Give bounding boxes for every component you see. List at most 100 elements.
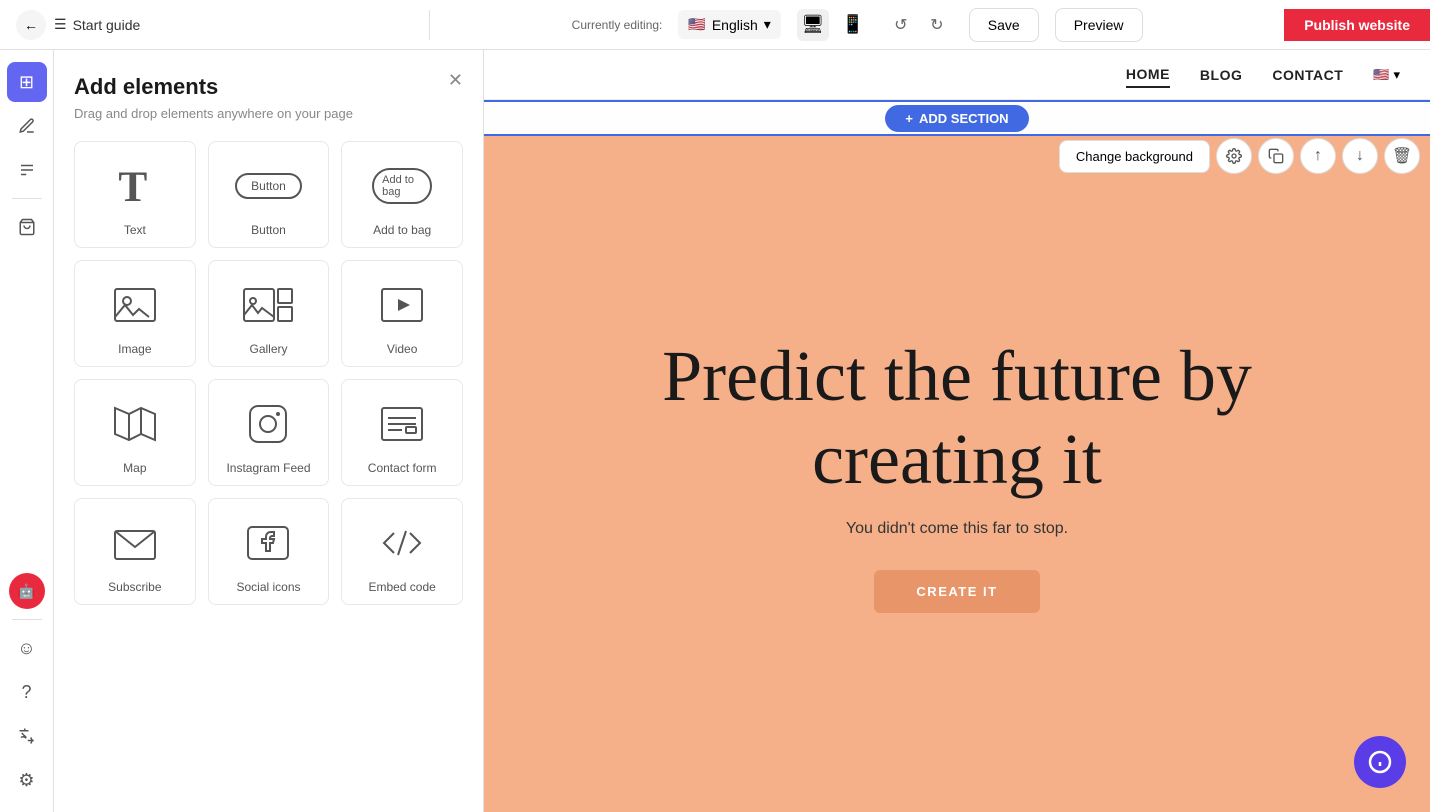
add-to-bag-element-label: Add to bag (373, 223, 431, 237)
embed-code-element-card[interactable]: Embed code (341, 498, 463, 605)
dropdown-icon: ▾ (764, 16, 771, 33)
back-button[interactable]: ← (16, 10, 46, 40)
nav-item-contact[interactable]: CONTACT (1272, 63, 1343, 87)
language-label: English (712, 17, 758, 33)
change-background-button[interactable]: Change background (1059, 140, 1210, 173)
sidebar-divider-2 (12, 619, 42, 620)
flag-dropdown-icon: ▾ (1393, 67, 1400, 83)
add-elements-panel: ✕ Add elements Drag and drop elements an… (54, 50, 484, 812)
gallery-element-card[interactable]: Gallery (208, 260, 330, 367)
section-duplicate-button[interactable] (1258, 138, 1294, 174)
start-guide[interactable]: ☰ Start guide (54, 16, 140, 33)
section-delete-button[interactable]: 🗑 (1384, 138, 1420, 174)
subscribe-element-card[interactable]: Subscribe (74, 498, 196, 605)
text-element-card[interactable]: T Text (74, 141, 196, 248)
sidebar-item-settings[interactable]: ⚙ (7, 760, 47, 800)
social-icons-element-icon (238, 515, 298, 570)
add-to-bag-element-card[interactable]: Add to bag Add to bag (341, 141, 463, 248)
map-element-label: Map (123, 461, 146, 475)
topbar: ← ☰ Start guide Currently editing: 🇺🇸 En… (0, 0, 1430, 50)
hero-headline: Predict the future by creating it (607, 335, 1307, 501)
language-flag[interactable]: 🇺🇸 ▾ (1373, 67, 1400, 83)
left-sidebar: ⊞ 🤖 ☺ ? ⚙ (0, 50, 54, 812)
undo-redo-controls: ↺ ↻ (885, 9, 953, 41)
image-element-card[interactable]: Image (74, 260, 196, 367)
embed-code-element-icon (372, 515, 432, 570)
start-guide-label: Start guide (73, 17, 141, 33)
flag-emoji: 🇺🇸 (1373, 67, 1389, 83)
main-content-area: HOME BLOG CONTACT 🇺🇸 ▾ + ADD SECTION Cha… (484, 50, 1430, 812)
social-icons-element-card[interactable]: Social icons (208, 498, 330, 605)
sidebar-item-translate[interactable] (7, 716, 47, 756)
mobile-icon[interactable]: 📱 (837, 9, 869, 41)
panel-subtitle: Drag and drop elements anywhere on your … (74, 106, 463, 121)
video-element-card[interactable]: Video (341, 260, 463, 367)
add-section-bar: + ADD SECTION (484, 100, 1430, 136)
text-element-icon: T (105, 158, 165, 213)
add-section-label: ADD SECTION (919, 111, 1009, 126)
support-bubble[interactable] (1354, 736, 1406, 788)
sidebar-item-help[interactable]: ? (7, 672, 47, 712)
ai-robot-button[interactable]: 🤖 (9, 573, 45, 609)
device-switcher: 🖥 📱 (797, 9, 869, 41)
undo-button[interactable]: ↺ (885, 9, 917, 41)
sidebar-divider (12, 198, 42, 199)
redo-button[interactable]: ↻ (921, 9, 953, 41)
gallery-element-icon (238, 277, 298, 332)
elements-grid: T Text Button Button Add to bag Add to b… (74, 141, 463, 605)
plus-icon: + (905, 111, 913, 126)
instagram-element-card[interactable]: Instagram Feed (208, 379, 330, 486)
panel-title: Add elements (74, 74, 463, 100)
ai-robot-wrapper: 🤖 (7, 571, 47, 611)
editing-label: Currently editing: (572, 18, 663, 32)
sidebar-item-cart[interactable] (7, 207, 47, 247)
map-element-card[interactable]: Map (74, 379, 196, 486)
subscribe-element-icon (105, 515, 165, 570)
preview-button[interactable]: Preview (1055, 8, 1143, 42)
desktop-icon[interactable]: 🖥 (797, 9, 829, 41)
back-icon: ← (24, 17, 38, 33)
subscribe-element-label: Subscribe (108, 580, 161, 594)
contact-form-element-card[interactable]: Contact form (341, 379, 463, 486)
video-element-label: Video (387, 342, 417, 356)
contact-form-element-icon (372, 396, 432, 451)
embed-code-element-label: Embed code (368, 580, 435, 594)
save-button[interactable]: Save (969, 8, 1039, 42)
section-toolbar: Change background ↑ ↓ 🗑 (1059, 138, 1420, 174)
image-element-icon (105, 277, 165, 332)
hamburger-icon: ☰ (54, 16, 67, 33)
add-section-button[interactable]: + ADD SECTION (885, 105, 1028, 132)
sidebar-item-text-style[interactable] (7, 150, 47, 190)
close-panel-button[interactable]: ✕ (448, 70, 463, 91)
flag-icon: 🇺🇸 (688, 16, 705, 33)
sidebar-item-pen[interactable] (7, 106, 47, 146)
nav-item-home[interactable]: HOME (1126, 62, 1170, 88)
sidebar-item-face[interactable]: ☺ (7, 628, 47, 668)
hero-section: Predict the future by creating it You di… (484, 136, 1430, 812)
video-element-icon (372, 277, 432, 332)
topbar-center: Currently editing: 🇺🇸 English ▾ 🖥 📱 ↺ ↻ … (430, 8, 1284, 42)
svg-text:T: T (118, 163, 147, 211)
text-element-label: Text (124, 223, 146, 237)
sidebar-item-layers[interactable]: ⊞ (7, 62, 47, 102)
section-move-up-button[interactable]: ↑ (1300, 138, 1336, 174)
contact-form-element-label: Contact form (368, 461, 437, 475)
publish-button[interactable]: Publish website (1284, 9, 1430, 41)
section-settings-button[interactable] (1216, 138, 1252, 174)
nav-item-blog[interactable]: BLOG (1200, 63, 1242, 87)
instagram-element-label: Instagram Feed (226, 461, 310, 475)
language-selector[interactable]: 🇺🇸 English ▾ (678, 10, 780, 39)
add-to-bag-element-icon: Add to bag (372, 158, 432, 213)
site-navigation: HOME BLOG CONTACT 🇺🇸 ▾ (484, 50, 1430, 100)
topbar-left: ← ☰ Start guide (0, 10, 430, 40)
map-element-icon (105, 396, 165, 451)
hero-cta-button[interactable]: CREATE IT (874, 570, 1039, 613)
section-move-down-button[interactable]: ↓ (1342, 138, 1378, 174)
instagram-element-icon (238, 396, 298, 451)
button-element-card[interactable]: Button Button (208, 141, 330, 248)
button-element-icon: Button (238, 158, 298, 213)
social-icons-element-label: Social icons (236, 580, 300, 594)
image-element-label: Image (118, 342, 151, 356)
gallery-element-label: Gallery (249, 342, 287, 356)
button-element-label: Button (251, 223, 286, 237)
